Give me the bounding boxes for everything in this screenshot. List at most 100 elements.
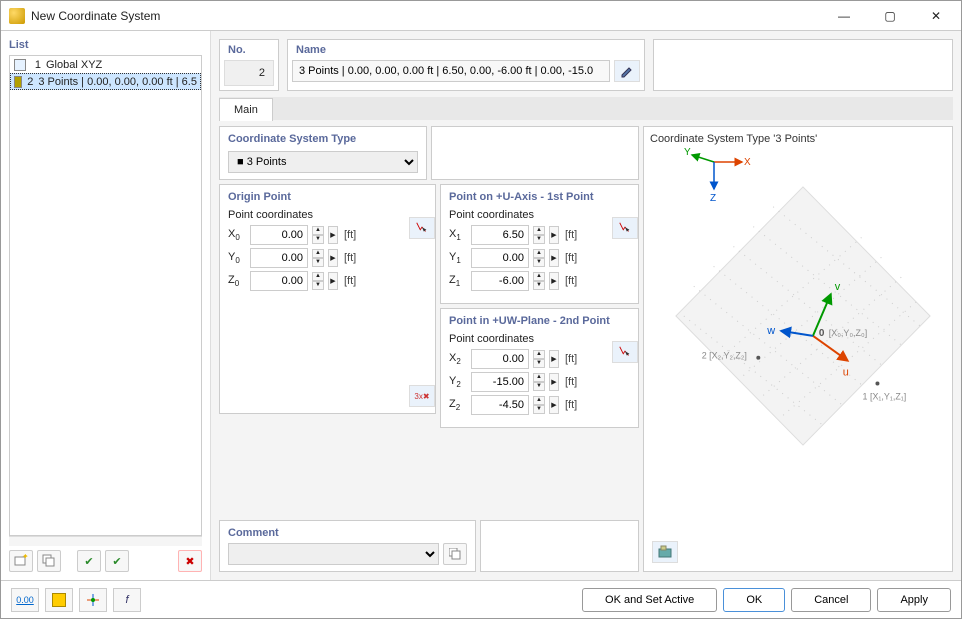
uaxis-label: Point on +U-Axis - 1st Point [449,191,630,203]
check-all-button[interactable]: ✔ [77,550,101,572]
step-menu-button[interactable]: ▶ [549,373,559,391]
list-item-num: 2 [27,76,33,88]
unit-label: [ft] [565,353,577,365]
step-menu-button[interactable]: ▶ [549,249,559,267]
coord-axis-label: Y0 [228,251,246,265]
new-item-button[interactable]: ✦ [9,550,33,572]
svg-text:Y: Y [684,147,691,158]
coord-row: Y0 ▲▼▶ [ft] [228,248,427,268]
empty-bottom-card [480,520,639,572]
units-button[interactable]: 0.00 [11,588,39,612]
origin-sub: Point coordinates [228,209,427,221]
ok-button[interactable]: OK [723,588,785,612]
svg-text:0: 0 [819,328,825,339]
apply-button[interactable]: Apply [877,588,951,612]
coord-row: X0▲▼▶[ft] [228,225,427,245]
step-menu-button[interactable]: ▶ [549,350,559,368]
function-button[interactable]: f [113,588,141,612]
cancel-button[interactable]: Cancel [791,588,871,612]
comment-label: Comment [228,527,467,539]
spinner[interactable]: ▲▼ [533,373,545,391]
spinner[interactable]: ▲▼ [312,226,324,244]
no-value[interactable]: 2 [224,60,274,86]
svg-text:[X₀,Y₀,Z₀]: [X₀,Y₀,Z₀] [829,328,867,338]
uaxis-x-input[interactable] [471,225,529,245]
step-menu-button[interactable]: ▶ [549,226,559,244]
pick-uaxis-button[interactable] [612,217,638,239]
preview-settings-button[interactable] [652,541,678,563]
spinner[interactable]: ▲▼ [533,226,545,244]
empty-card [431,126,639,180]
comment-library-button[interactable] [443,543,467,565]
svg-text:u: u [843,367,849,379]
coord-row: Y1▲▼▶[ft] [449,248,630,268]
spinner[interactable]: ▲▼ [533,350,545,368]
coord-axis-label: X2 [449,352,467,366]
list-scrollbar[interactable] [9,536,202,546]
unit-label: [ft] [344,229,356,241]
uaxis-y-input[interactable] [471,248,529,268]
dialog-footer: 0.00 f OK and Set Active OK Cancel Apply [1,580,961,618]
coord-axis-label: Z2 [449,398,467,412]
list-item[interactable]: 1 Global XYZ [10,56,201,73]
origin-card: Origin Point Point coordinates X0▲▼▶[ft]… [219,184,436,414]
spinner[interactable]: ▲▼ [312,272,324,290]
preview-panel: Coordinate System Type '3 Points' X Y Z [643,126,953,572]
maximize-button[interactable]: ▢ [867,2,913,30]
step-menu-button[interactable]: ▶ [549,396,559,414]
uwplane-z-input[interactable] [471,395,529,415]
uwplane-label: Point in +UW-Plane - 2nd Point [449,315,630,327]
minimize-button[interactable]: — [821,2,867,30]
comment-select[interactable] [228,543,439,565]
list-item-num: 1 [31,59,41,71]
check-selection-button[interactable]: ✔ [105,550,129,572]
display-options-button[interactable] [79,588,107,612]
coord-axis-label: X1 [449,228,467,242]
spinner[interactable]: ▲▼ [533,272,545,290]
step-menu-button[interactable]: ▶ [328,226,338,244]
uwplane-card: Point in +UW-Plane - 2nd Point Point coo… [440,308,639,428]
coord-type-select[interactable]: ■ 3 Points [228,151,418,173]
pick-uwplane-button[interactable] [612,341,638,363]
ok-set-active-button[interactable]: OK and Set Active [582,588,717,612]
uaxis-z-input[interactable] [471,271,529,291]
name-field-box: Name [287,39,645,91]
coord-row: Z0▲▼▶[ft] [228,271,427,291]
step-menu-button[interactable]: ▶ [549,272,559,290]
origin-z-input[interactable] [250,271,308,291]
svg-text:v: v [835,281,841,293]
spinner[interactable]: ▲▼ [312,249,324,267]
step-menu-button[interactable]: ▶ [328,249,338,267]
coord-axis-label: Z1 [449,274,467,288]
list-item[interactable]: 2 3 Points | 0.00, 0.00, 0.00 ft | 6.5 [10,73,201,90]
origin-label: Origin Point [228,191,427,203]
spinner[interactable]: ▲▼ [533,249,545,267]
unit-label: [ft] [565,229,577,241]
list-item-name: 3 Points | 0.00, 0.00, 0.00 ft | 6.5 [38,76,197,88]
uwplane-y-input[interactable] [471,372,529,392]
tab-main[interactable]: Main [219,98,273,121]
title-bar: New Coordinate System — ▢ ✕ [1,1,961,31]
svg-text:w: w [766,325,775,337]
unit-label: [ft] [344,252,356,264]
coord-row: Z1▲▼▶[ft] [449,271,630,291]
name-label: Name [288,40,644,56]
reset-3x-button[interactable]: 3x✖ [409,385,435,407]
copy-item-button[interactable] [37,550,61,572]
uwplane-x-input[interactable] [471,349,529,369]
list-item-name: Global XYZ [46,59,102,71]
origin-y-input[interactable] [250,248,308,268]
pick-origin-button[interactable] [409,217,435,239]
close-button[interactable]: ✕ [913,2,959,30]
svg-text:X: X [744,157,751,168]
edit-name-button[interactable] [614,60,640,82]
step-menu-button[interactable]: ▶ [328,272,338,290]
color-button[interactable] [45,588,73,612]
spinner[interactable]: ▲▼ [533,396,545,414]
name-input[interactable] [292,60,610,82]
list-box[interactable]: 1 Global XYZ 2 3 Points | 0.00, 0.00, 0.… [9,55,202,536]
delete-item-button[interactable]: ✖ [178,550,202,572]
origin-x-input[interactable] [250,225,308,245]
uwplane-sub: Point coordinates [449,333,630,345]
coord-row: X2 ▲▼▶ [ft] [449,349,630,369]
